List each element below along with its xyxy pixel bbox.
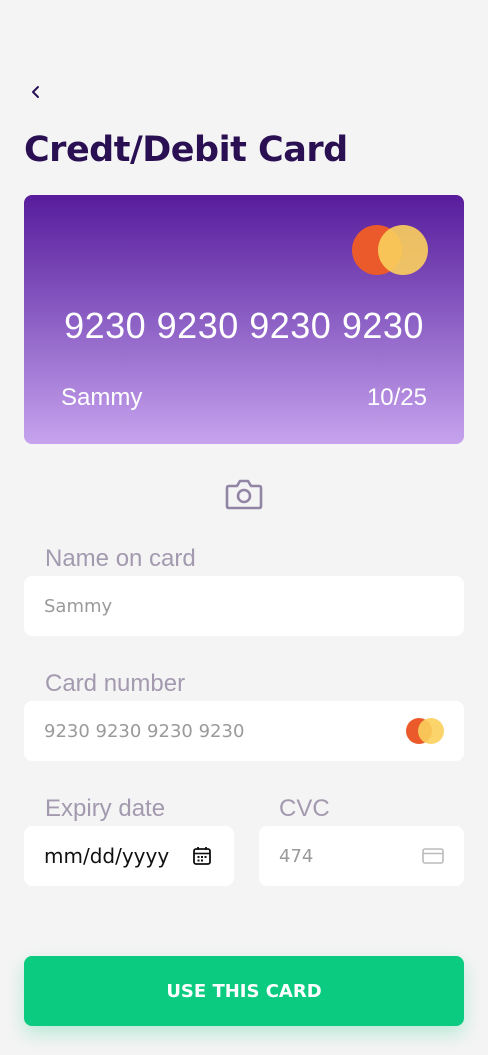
- cvc-input[interactable]: [279, 845, 444, 867]
- card-number-input[interactable]: [44, 720, 444, 742]
- small-logo-yellow-circle: [418, 718, 444, 744]
- cvc-label: CVC: [279, 795, 330, 822]
- name-on-card-label: Name on card: [45, 545, 196, 572]
- card-preview: 9230 9230 9230 9230 Sammy 10/25: [24, 195, 464, 444]
- chevron-left-icon: [32, 86, 39, 98]
- logo-yellow-circle: [378, 225, 428, 275]
- mastercard-small-icon: [406, 718, 444, 744]
- card-holder-display: Sammy: [61, 384, 143, 411]
- calendar-icon[interactable]: [192, 846, 212, 866]
- name-on-card-input[interactable]: [44, 595, 444, 617]
- mastercard-logo: [352, 225, 428, 275]
- credit-card-icon: [422, 848, 444, 864]
- card-expiry-display: 10/25: [366, 384, 427, 411]
- expiry-date-label: Expiry date: [45, 795, 166, 822]
- page-title: Credt/Debit Card: [24, 130, 348, 170]
- scan-card-button[interactable]: [224, 476, 264, 512]
- name-on-card-field-container: [24, 576, 464, 636]
- expiry-date-input[interactable]: mm/dd/yyyy: [24, 826, 234, 886]
- card-number-display: 9230 9230 9230 9230: [64, 305, 424, 346]
- card-number-field-container: [24, 701, 464, 761]
- use-this-card-button[interactable]: USE THIS CARD: [24, 956, 464, 1026]
- camera-icon: [225, 479, 263, 510]
- expiry-date-value: mm/dd/yyyy: [44, 844, 170, 868]
- cvc-field-container: [259, 826, 464, 886]
- card-number-label: Card number: [45, 670, 186, 697]
- back-button[interactable]: [24, 80, 48, 104]
